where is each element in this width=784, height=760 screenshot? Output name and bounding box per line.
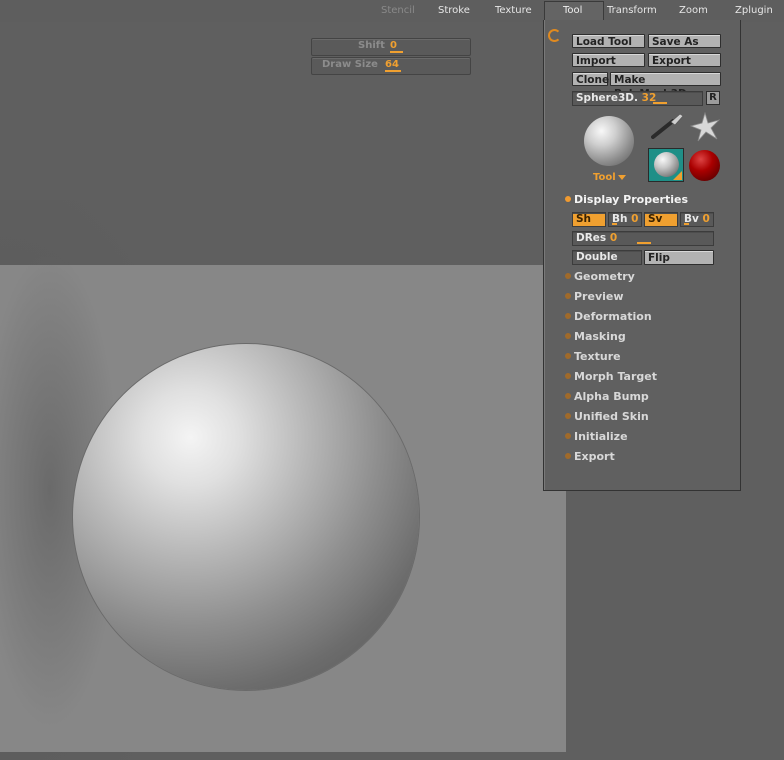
flip-button[interactable]: Flip bbox=[644, 250, 714, 265]
import-button[interactable]: Import bbox=[572, 53, 645, 67]
section-dot-icon bbox=[565, 293, 571, 299]
sphere-3d-model[interactable] bbox=[73, 344, 419, 690]
unified-skin-section-label: Unified Skin bbox=[574, 410, 649, 423]
menu-stencil[interactable]: Stencil bbox=[381, 5, 415, 16]
menu-tool[interactable]: Tool bbox=[563, 5, 582, 16]
paintbrush-icon[interactable] bbox=[651, 113, 685, 139]
red-sphere-tool-thumbnail[interactable] bbox=[689, 150, 720, 181]
section-dot-icon bbox=[565, 196, 571, 202]
alpha-bump-section-label: Alpha Bump bbox=[574, 390, 649, 403]
deformation-section-label: Deformation bbox=[574, 310, 652, 323]
dres-label: DRes bbox=[576, 232, 607, 244]
section-dot-icon bbox=[565, 433, 571, 439]
section-dot-icon bbox=[565, 313, 571, 319]
tool-dropdown-label: Tool bbox=[593, 172, 616, 183]
sphere-tool-thumbnail[interactable] bbox=[584, 116, 634, 166]
texture-section-label: Texture bbox=[574, 350, 621, 363]
current-tool-bar bbox=[653, 102, 667, 104]
dres-value: 0 bbox=[609, 232, 618, 244]
bv-bar bbox=[684, 223, 689, 225]
preview-section-label: Preview bbox=[574, 290, 624, 303]
shift-label: Shift bbox=[358, 40, 385, 51]
tool-dropdown[interactable]: Tool bbox=[593, 172, 626, 183]
current-tool-field[interactable]: Sphere3D. 32 bbox=[572, 91, 703, 106]
double-button[interactable]: Double bbox=[572, 250, 642, 265]
bh-field[interactable]: Bh 0 bbox=[608, 212, 642, 227]
initialize-section-label: Initialize bbox=[574, 430, 628, 443]
r-button[interactable]: R bbox=[706, 91, 720, 105]
section-dot-icon bbox=[565, 453, 571, 459]
double-label: Double bbox=[576, 251, 618, 263]
bv-value: 0 bbox=[702, 213, 710, 225]
bv-field[interactable]: Bv 0 bbox=[680, 212, 714, 227]
refresh-icon[interactable] bbox=[548, 29, 561, 42]
geometry-section-label: Geometry bbox=[574, 270, 635, 283]
sh-label: Sh bbox=[576, 213, 592, 225]
load-tool-button[interactable]: Load Tool bbox=[572, 34, 645, 48]
make-polymesh-button[interactable]: Make PolyMesh3D bbox=[610, 72, 721, 100]
display-properties-title: Display Properties bbox=[574, 193, 689, 206]
section-dot-icon bbox=[565, 413, 571, 419]
export-section-label: Export bbox=[574, 450, 615, 463]
dres-bar bbox=[637, 242, 651, 244]
sv-field[interactable]: Sv bbox=[644, 212, 678, 227]
shift-value: 0 bbox=[390, 40, 397, 51]
menu-zplugin[interactable]: Zplugin bbox=[735, 5, 773, 16]
sh-field[interactable]: Sh bbox=[572, 212, 606, 227]
section-dot-icon bbox=[565, 333, 571, 339]
menu-bar: Stencil Stroke Texture Tool Transform Zo… bbox=[0, 0, 784, 22]
selected-tool-thumbnail[interactable] bbox=[648, 148, 684, 182]
dres-slider[interactable]: DRes 0 bbox=[572, 231, 714, 246]
shift-slider[interactable]: Shift 0 bbox=[311, 38, 471, 56]
save-as-button[interactable]: Save As bbox=[648, 34, 721, 48]
section-dot-icon bbox=[565, 373, 571, 379]
selection-corner-icon bbox=[673, 171, 682, 180]
section-dot-icon bbox=[565, 353, 571, 359]
section-dot-icon bbox=[565, 273, 571, 279]
star-tool-icon[interactable] bbox=[690, 112, 720, 142]
menu-transform[interactable]: Transform bbox=[607, 5, 657, 16]
masking-section-label: Masking bbox=[574, 330, 626, 343]
draw-size-value: 64 bbox=[385, 59, 399, 70]
draw-size-label: Draw Size bbox=[322, 59, 378, 70]
clone-button[interactable]: Clone bbox=[572, 72, 609, 86]
draw-size-slider[interactable]: Draw Size 64 bbox=[311, 57, 471, 75]
morph-target-section-label: Morph Target bbox=[574, 370, 657, 383]
bh-bar bbox=[612, 223, 617, 225]
export-button[interactable]: Export bbox=[648, 53, 721, 67]
section-dot-icon bbox=[565, 393, 571, 399]
sv-label: Sv bbox=[648, 213, 663, 225]
menu-zoom[interactable]: Zoom bbox=[679, 5, 708, 16]
draw-size-bar bbox=[385, 70, 401, 72]
bh-value: 0 bbox=[631, 213, 639, 225]
menu-stroke[interactable]: Stroke bbox=[438, 5, 470, 16]
menu-texture[interactable]: Texture bbox=[495, 5, 532, 16]
current-tool-name: Sphere3D. bbox=[576, 92, 638, 104]
chevron-down-icon bbox=[617, 174, 626, 180]
shift-bar bbox=[390, 51, 403, 53]
